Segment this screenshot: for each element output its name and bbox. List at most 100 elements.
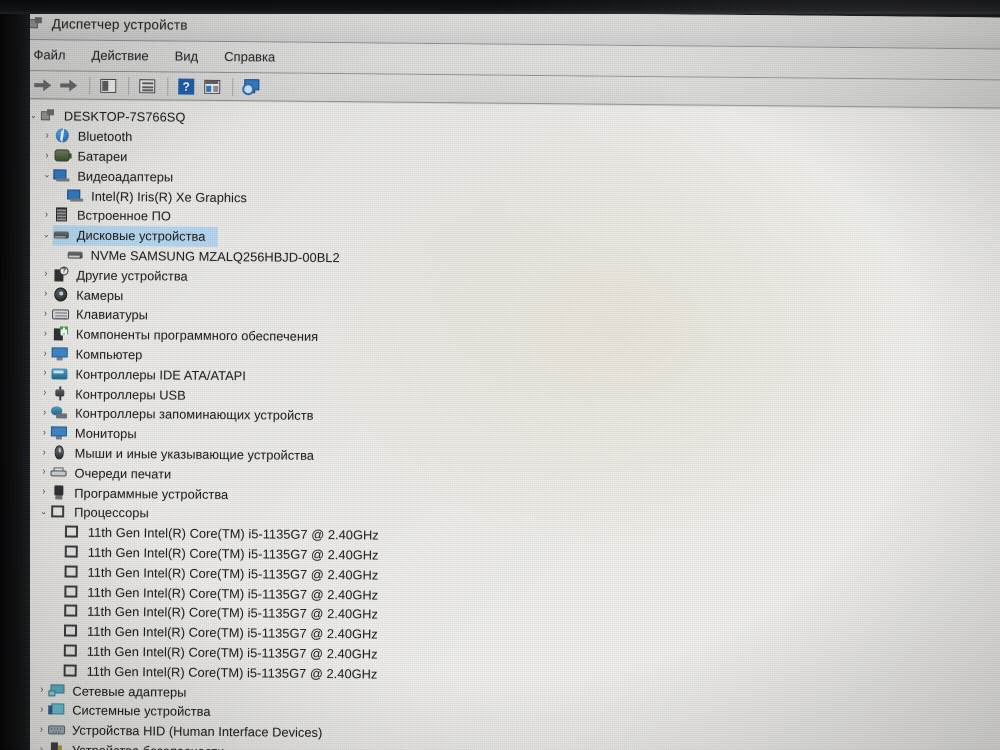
processor-icon [63, 584, 80, 599]
tree-item-label: Устройства HID (Human Interface Devices) [71, 722, 323, 741]
chevron-right-icon[interactable]: › [41, 126, 53, 146]
print-queue-icon [50, 465, 67, 480]
chevron-right-icon[interactable]: › [38, 463, 50, 483]
bluetooth-icon [54, 128, 71, 144]
window-title: Диспетчер устройств [51, 16, 188, 33]
tree-item-label: Контроллеры USB [75, 386, 186, 403]
back-arrow-icon[interactable] [32, 74, 54, 96]
tree-item-label: Мониторы [74, 425, 137, 442]
screen-bezel-left [0, 0, 30, 750]
security-device-icon [48, 742, 65, 750]
tree-item-label: Клавиатуры [75, 306, 149, 323]
chevron-right-icon[interactable]: › [39, 383, 51, 403]
chevron-right-icon[interactable]: › [40, 284, 52, 304]
tree-item-label: Контроллеры IDE ATA/ATAPI [75, 366, 246, 383]
menu-file[interactable]: Файл [33, 47, 65, 62]
tree-item-label: Видеоадаптеры [77, 168, 174, 185]
tree-item-label: 11th Gen Intel(R) Core(TM) i5-1135G7 @ 2… [87, 564, 379, 583]
chevron-down-icon[interactable]: ⌄ [38, 502, 50, 522]
software-device-icon [50, 484, 67, 500]
device-manager-icon [28, 16, 43, 31]
screen-photo: Диспетчер устройств Файл Действие Вид Сп… [0, 0, 1000, 750]
help-glyph: ? [178, 78, 195, 95]
storage-controller-icon [51, 406, 68, 421]
tree-item-label: Другие устройства [76, 267, 188, 284]
tree-item-label: Контроллеры запоминающих устройств [75, 405, 314, 424]
monitor-icon [50, 425, 68, 440]
mouse-icon [51, 445, 68, 460]
software-component-icon [52, 326, 69, 342]
hid-device-icon [48, 722, 66, 737]
chevron-right-icon[interactable]: › [36, 720, 48, 740]
processor-icon [64, 525, 81, 540]
chevron-right-icon[interactable]: › [36, 700, 48, 720]
tree-item-label: 11th Gen Intel(R) Core(TM) i5-1135G7 @ 2… [86, 663, 378, 682]
chevron-right-icon[interactable]: › [39, 403, 51, 423]
chevron-right-icon[interactable]: › [39, 344, 51, 364]
tree-item-label: 11th Gen Intel(R) Core(TM) i5-1135G7 @ 2… [87, 544, 379, 563]
toolbar-separator-4 [232, 78, 234, 97]
disk-drive-icon [53, 228, 70, 243]
help-icon[interactable]: ? [175, 76, 197, 98]
computer-icon [51, 346, 69, 361]
chevron-right-icon[interactable]: › [38, 482, 50, 502]
tree-item-label: Очереди печати [74, 465, 172, 482]
computer-root-icon [40, 109, 57, 124]
tree-item-label: Сетевые адаптеры [72, 683, 187, 700]
tree-item-label: Процессоры [74, 504, 149, 521]
device-tree[interactable]: ⌄ DESKTOP-7S766SQ › Bluetooth › Батареи ⌄ Видео… [8, 99, 1000, 750]
processor-icon [63, 624, 80, 639]
scan-for-hardware-changes-icon[interactable] [240, 76, 262, 98]
properties-icon[interactable] [201, 76, 223, 98]
tree-item-label: 11th Gen Intel(R) Core(TM) i5-1135G7 @ 2… [87, 604, 379, 622]
chevron-right-icon[interactable]: › [41, 205, 53, 225]
unknown-device-icon: ? [52, 266, 69, 282]
device-manager-window: Диспетчер устройств Файл Действие Вид Сп… [8, 8, 1000, 750]
tree-item-label: Компоненты программного обеспечения [75, 326, 319, 345]
tree-item-label: Дисковые устройства [76, 227, 206, 245]
tree-item-label: Intel(R) Iris(R) Xe Graphics [91, 188, 247, 205]
disk-drive-icon [67, 247, 84, 262]
toolbar-separator-2 [128, 77, 130, 96]
system-device-icon [48, 703, 65, 718]
menu-view[interactable]: Вид [175, 49, 199, 64]
menu-help[interactable]: Справка [224, 49, 275, 64]
menu-action[interactable]: Действие [91, 48, 148, 64]
chevron-right-icon[interactable]: › [35, 740, 47, 750]
chevron-right-icon[interactable]: › [38, 443, 50, 463]
battery-icon [54, 148, 71, 163]
tree-item-label: Программные устройства [74, 485, 229, 502]
tree-item-label: Системные устройства [72, 702, 211, 720]
chevron-down-icon[interactable]: ⌄ [41, 166, 53, 186]
display-adapter-icon [67, 188, 84, 203]
firmware-icon [53, 207, 70, 223]
chevron-right-icon[interactable]: › [39, 324, 51, 344]
processor-icon [63, 604, 80, 619]
forward-arrow-icon[interactable] [58, 74, 80, 96]
chevron-right-icon[interactable]: › [36, 680, 48, 700]
properties-panel-icon[interactable] [136, 75, 158, 97]
chevron-down-icon[interactable]: ⌄ [40, 225, 52, 245]
tree-item-label: Устройства безопасности [72, 742, 225, 750]
chevron-right-icon[interactable]: › [40, 304, 52, 324]
display-adapter-icon [53, 168, 70, 183]
tree-item-label: DESKTOP-7S766SQ [63, 108, 186, 126]
tree-item-label: Мыши и иные указывающие устройства [74, 445, 315, 463]
chevron-right-icon[interactable]: › [40, 265, 52, 285]
tree-item-label: 11th Gen Intel(R) Core(TM) i5-1135G7 @ 2… [86, 623, 378, 642]
chevron-right-icon[interactable]: › [39, 364, 51, 384]
chevron-right-icon[interactable]: › [41, 146, 53, 166]
tree-item-label: 11th Gen Intel(R) Core(TM) i5-1135G7 @ 2… [87, 584, 379, 603]
tree-item-label: Встроенное ПО [76, 207, 171, 224]
processor-icon [64, 544, 81, 559]
tree-item-label: Батареи [77, 148, 128, 165]
show-hide-console-tree-icon[interactable] [97, 75, 119, 97]
toolbar-separator-3 [167, 77, 169, 96]
ide-controller-icon [51, 366, 68, 381]
chevron-right-icon[interactable]: › [38, 423, 50, 443]
keyboard-icon [52, 307, 70, 322]
processor-icon [63, 663, 80, 678]
screen-bezel-top [0, 0, 1000, 14]
processor-icon [63, 643, 80, 658]
processor-icon [50, 505, 67, 520]
